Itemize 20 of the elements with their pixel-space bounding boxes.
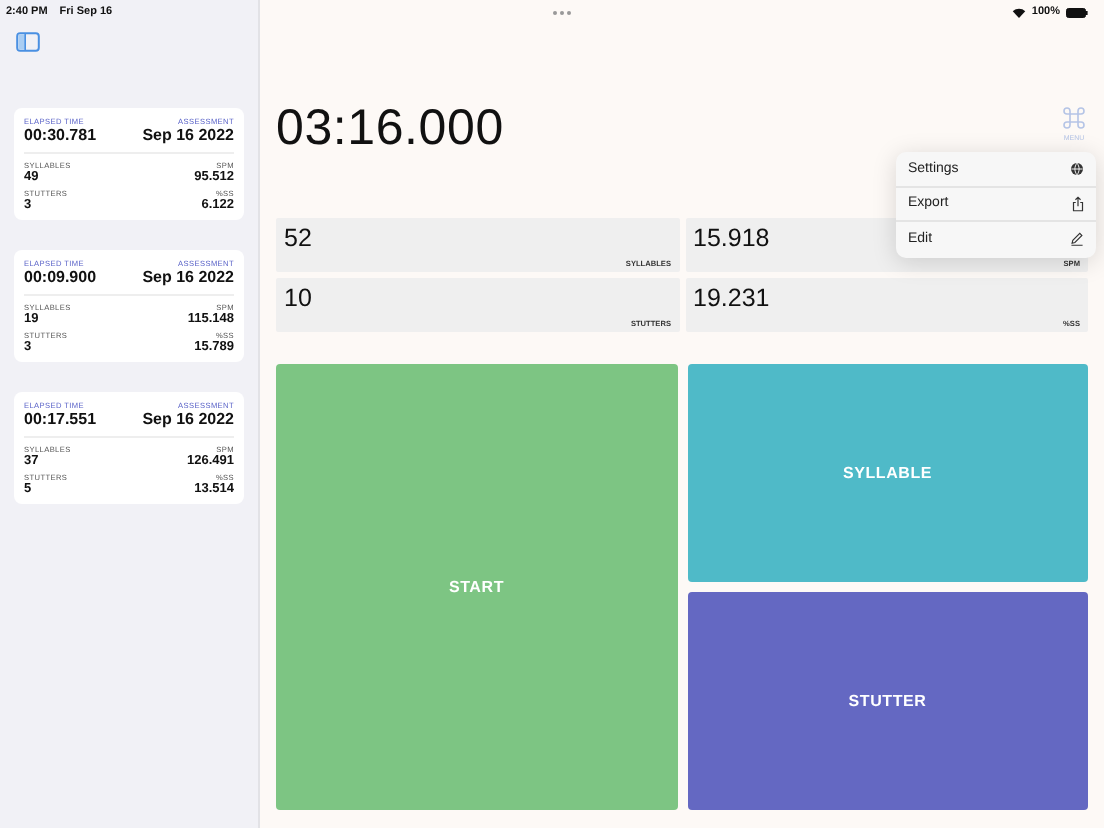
command-icon — [1062, 106, 1086, 130]
assessment-date: Sep 16 2022 — [142, 268, 234, 286]
more-dots-icon[interactable] — [552, 9, 572, 15]
timer-display: 03:16.000 — [276, 100, 504, 158]
elapsed-time: 00:09.900 — [24, 268, 97, 286]
stat-value: 15.918 — [693, 224, 770, 252]
assessment-date: Sep 16 2022 — [142, 126, 234, 144]
stat-value: 19.231 — [693, 284, 770, 312]
elapsed-time: 00:30.781 — [24, 126, 97, 144]
battery-icon — [1066, 7, 1088, 17]
counter-button[interactable]: STUTTER — [687, 592, 1088, 810]
globe-icon — [1070, 161, 1084, 176]
assessment-date: Sep 16 2022 — [142, 410, 234, 428]
sidebar-toggle-icon[interactable] — [16, 32, 40, 52]
share-icon — [1072, 195, 1084, 212]
stat-value: 10 — [284, 284, 312, 312]
wifi-icon — [1011, 7, 1026, 17]
stat-value: 52 — [284, 224, 312, 252]
pencil-icon — [1070, 232, 1084, 247]
elapsed-time: 00:17.551 — [24, 410, 97, 428]
